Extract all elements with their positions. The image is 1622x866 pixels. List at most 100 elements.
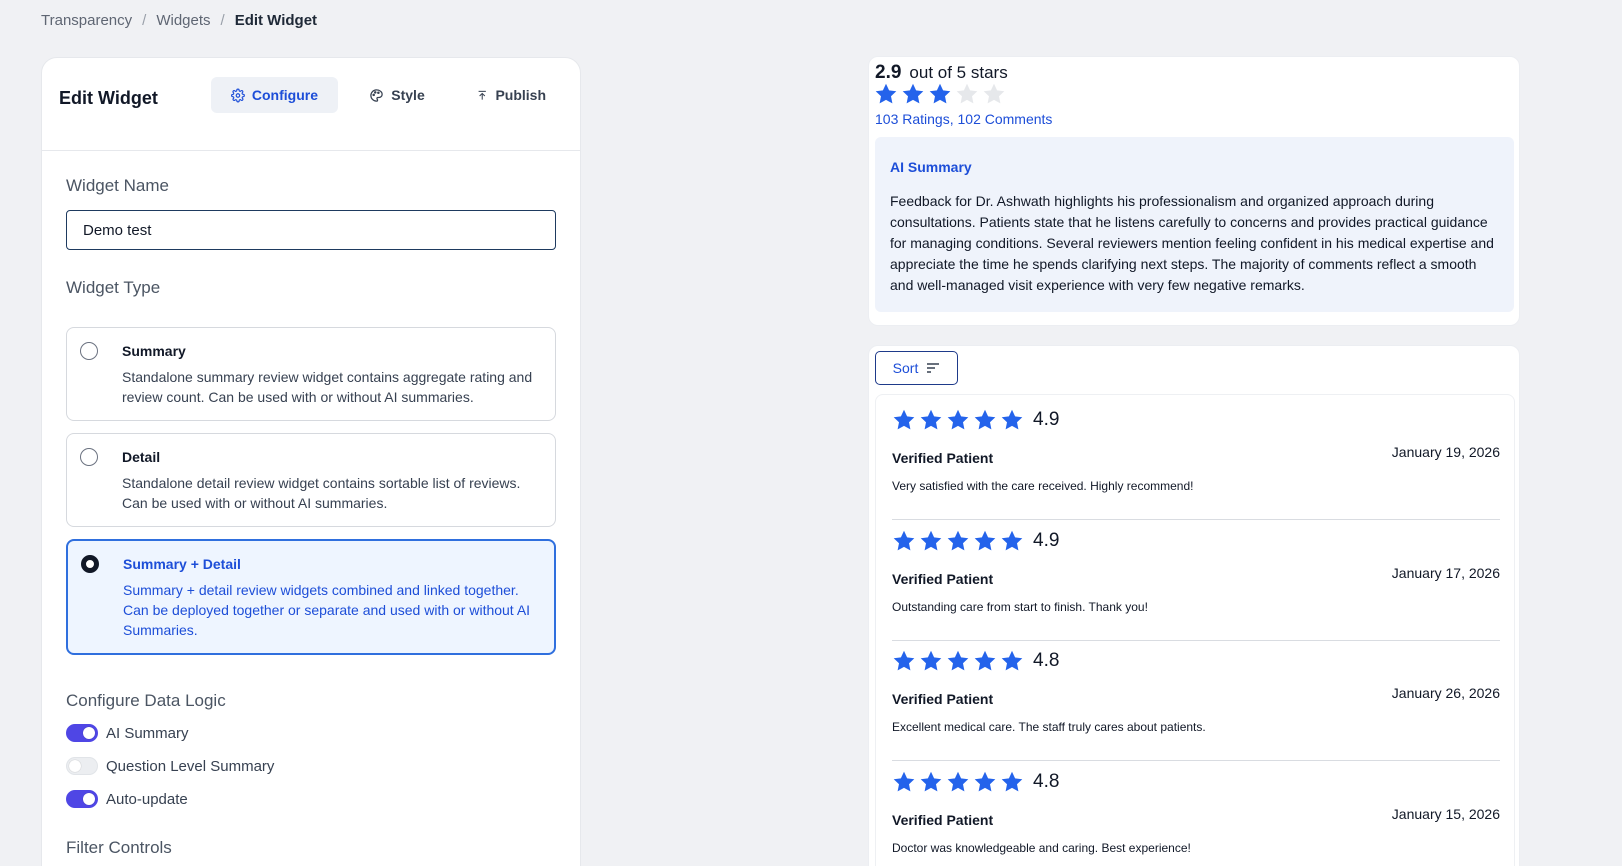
radio-button[interactable]: [80, 342, 98, 360]
review-author: Verified Patient: [892, 450, 994, 466]
review-item: 4.8 Verified Patient January 15, 2026 Docto…: [892, 757, 1500, 866]
star-filled-icon: [875, 83, 897, 104]
review-item: 4.9 Verified Patient January 19, 2026 Very …: [892, 395, 1500, 520]
ai-summary-text: Feedback for Dr. Ashwath highlights his …: [890, 193, 1494, 293]
widget-type-option-summary[interactable]: Summary Standalone summary review widget…: [66, 327, 556, 421]
widget-type-option-detail[interactable]: Detail Standalone detail review widget c…: [66, 433, 556, 527]
review-date: January 15, 2026: [1391, 806, 1500, 822]
toggle-knob: [83, 727, 95, 739]
widget-type-label: Widget Type: [66, 278, 161, 297]
star-filled-icon: [929, 83, 951, 104]
review-date: January 17, 2026: [1391, 565, 1500, 581]
sort-label: Sort: [892, 360, 919, 376]
editor-header: Edit Widget Configure Style Publish: [42, 58, 580, 151]
star-filled-icon: [893, 530, 915, 551]
editor-tabs: Configure Style Publish: [211, 77, 566, 113]
breadcrumb-separator: /: [220, 12, 225, 29]
review-score: 4.8: [1033, 771, 1060, 792]
breadcrumb-link-transparency[interactable]: Transparency: [41, 12, 132, 29]
star-filled-icon: [1001, 771, 1023, 792]
palette-icon: [370, 88, 384, 102]
gear-icon: [231, 88, 245, 102]
review-score: 4.9: [1033, 409, 1060, 430]
review-author: Verified Patient: [892, 571, 994, 587]
star-filled-icon: [947, 530, 969, 551]
star-filled-icon: [893, 409, 915, 430]
star-filled-icon: [893, 650, 915, 671]
review-item: 4.9 Verified Patient January 17, 2026 Outst…: [892, 516, 1500, 641]
option-description: Standalone summary review widget contain…: [122, 369, 533, 405]
breadcrumb-link-widgets[interactable]: Widgets: [156, 12, 210, 29]
ratings-count-link[interactable]: 103 Ratings, 102 Comments: [875, 111, 1052, 127]
question-level-summary-toggle[interactable]: [66, 757, 98, 775]
star-filled-icon: [947, 650, 969, 671]
widget-editor-panel: Edit Widget Configure Style Publish Widg…: [41, 57, 581, 866]
option-title: Summary: [122, 343, 186, 359]
toggle-row-ai-summary[interactable]: AI Summary: [66, 722, 556, 744]
tab-publish-label: Publish: [495, 87, 546, 103]
sort-button[interactable]: Sort: [875, 351, 958, 385]
auto-update-toggle[interactable]: [66, 790, 98, 808]
star-filled-icon: [920, 650, 942, 671]
option-description: Standalone detail review widget contains…: [122, 475, 521, 511]
toggle-label: AI Summary: [106, 724, 189, 742]
star-filled-icon: [920, 409, 942, 430]
toggle-knob: [83, 793, 95, 805]
review-star-rating: [892, 529, 1024, 553]
upload-icon: [478, 90, 486, 100]
rating-suffix: out of 5 stars: [909, 63, 1008, 82]
toggle-knob: [69, 760, 81, 772]
filter-controls-label: Filter Controls: [66, 838, 172, 857]
editor-title: Edit Widget: [59, 88, 158, 108]
star-filled-icon: [947, 771, 969, 792]
star-filled-icon: [974, 530, 996, 551]
review-text: Doctor was knowledgeable and caring. Bes…: [892, 841, 1191, 855]
review-star-rating: [892, 649, 1024, 673]
review-item: 4.8 Verified Patient January 26, 2026 Excel…: [892, 636, 1500, 761]
review-text: Excellent medical care. The staff truly …: [892, 720, 1206, 734]
review-author: Verified Patient: [892, 812, 994, 828]
tab-configure[interactable]: Configure: [211, 77, 338, 113]
star-filled-icon: [893, 771, 915, 792]
star-filled-icon: [920, 771, 942, 792]
star-filled-icon: [974, 409, 996, 430]
average-rating: 2.9: [875, 62, 902, 83]
widget-type-option-summary-detail[interactable]: Summary + Detail Summary + detail review…: [66, 539, 556, 655]
star-empty-icon: [956, 83, 978, 104]
review-score: 4.9: [1033, 530, 1060, 551]
summary-widget-preview: 2.9 out of 5 stars 103 Ratings, 102 Comm…: [868, 56, 1520, 326]
toggle-label: Auto-update: [106, 790, 188, 808]
toggle-row-auto-update[interactable]: Auto-update: [66, 788, 556, 810]
toggle-label: Question Level Summary: [106, 757, 275, 775]
tab-configure-label: Configure: [251, 87, 318, 103]
option-title: Summary + Detail: [123, 556, 241, 572]
review-star-rating: [892, 408, 1024, 432]
review-author: Verified Patient: [892, 691, 994, 707]
review-date: January 26, 2026: [1391, 685, 1500, 701]
star-filled-icon: [1001, 409, 1023, 430]
breadcrumb-separator: /: [142, 12, 147, 29]
ai-summary-toggle[interactable]: [66, 724, 98, 742]
ai-summary-box: AI Summary Feedback for Dr. Ashwath high…: [875, 137, 1514, 312]
data-logic-label: Configure Data Logic: [66, 691, 226, 710]
configure-form: Widget Name Widget Type Summary Standalo…: [66, 176, 556, 858]
review-star-rating: [892, 770, 1024, 794]
review-text: Outstanding care from start to finish. T…: [892, 600, 1148, 614]
star-filled-icon: [974, 771, 996, 792]
radio-button[interactable]: [80, 448, 98, 466]
star-filled-icon: [1001, 650, 1023, 671]
breadcrumb-current: Edit Widget: [234, 12, 318, 29]
detail-widget-preview: Sort 4.9 Verified Patient January 19, 2026…: [868, 345, 1520, 866]
widget-name-label: Widget Name: [66, 176, 169, 195]
widget-name-input[interactable]: [66, 210, 556, 250]
tab-style[interactable]: Style: [338, 77, 456, 113]
toggle-row-question-level-summary[interactable]: Question Level Summary: [66, 755, 556, 777]
tab-publish[interactable]: Publish: [456, 77, 566, 113]
ai-summary-title: AI Summary: [890, 159, 972, 175]
rating-line: 2.9 out of 5 stars: [875, 62, 1008, 84]
review-list: 4.9 Verified Patient January 19, 2026 Very …: [875, 394, 1515, 866]
option-title: Detail: [122, 449, 161, 465]
breadcrumb: Transparency / Widgets / Edit Widget: [41, 12, 317, 29]
review-date: January 19, 2026: [1391, 444, 1500, 460]
radio-button-selected[interactable]: [81, 555, 99, 573]
